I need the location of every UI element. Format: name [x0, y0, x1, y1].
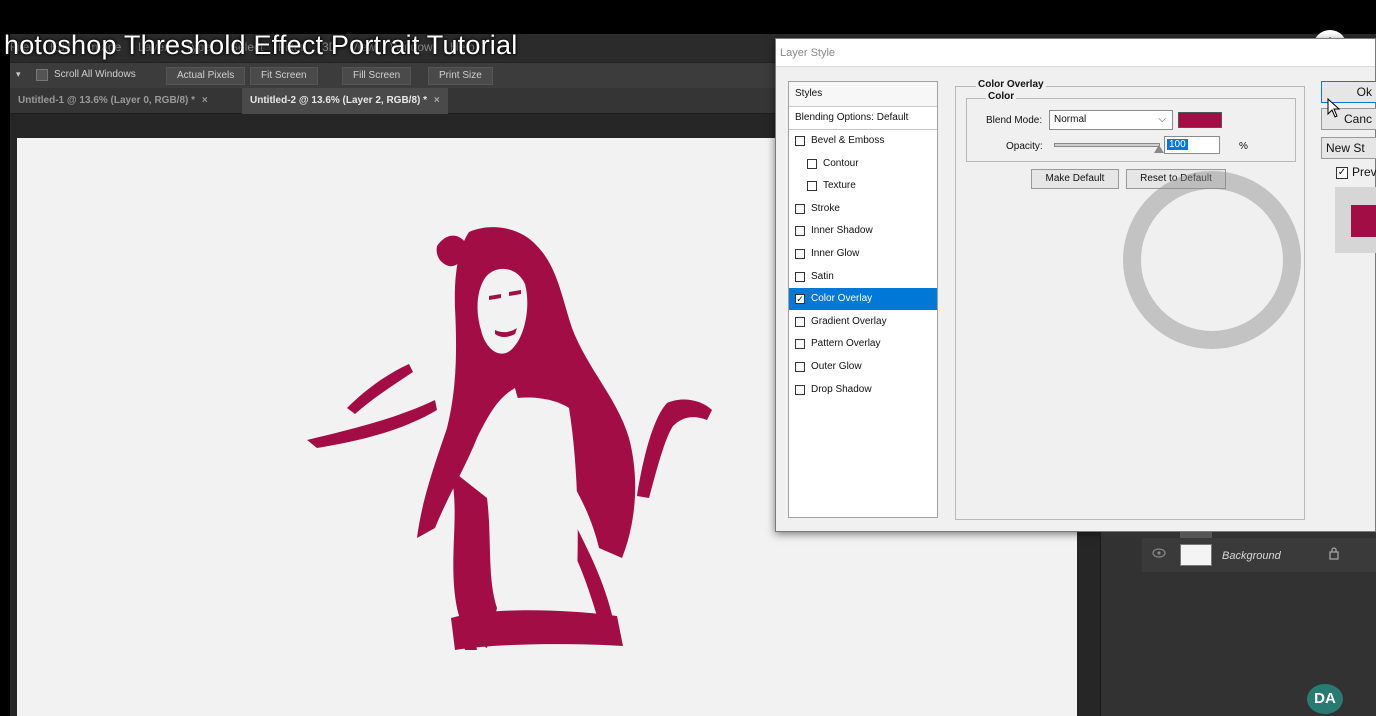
style-item-bevel-emboss[interactable]: Bevel & Emboss [789, 130, 937, 152]
color-subgroup [966, 98, 1296, 162]
layer-name[interactable]: Background [1222, 550, 1281, 562]
style-preview-swatch [1351, 205, 1376, 237]
opacity-slider-track[interactable] [1054, 143, 1160, 147]
blend-mode-label: Blend Mode: [986, 115, 1043, 126]
preview-label: Prev [1352, 165, 1376, 179]
style-item-gradient-overlay[interactable]: Gradient Overlay [789, 311, 937, 333]
channel-logo: DA [1307, 684, 1343, 714]
style-item-inner-shadow[interactable]: Inner Shadow [789, 220, 937, 242]
style-label: Pattern Overlay [811, 338, 881, 350]
style-item-stroke[interactable]: Stroke [789, 198, 937, 220]
style-checkbox[interactable] [795, 384, 805, 395]
mouse-cursor-icon [1327, 98, 1341, 118]
style-item-pattern-overlay[interactable]: Pattern Overlay [789, 333, 937, 355]
opacity-slider-thumb[interactable] [1154, 145, 1164, 153]
tab-untitled-1[interactable]: Untitled-1 @ 13.6% (Layer 0, RGB/8) * × [10, 88, 216, 114]
scroll-all-windows-label: Scroll All Windows [54, 69, 136, 80]
top-letterbox [0, 0, 1376, 34]
color-overlay-section-title: Color Overlay [976, 79, 1046, 90]
actual-pixels-button[interactable]: Actual Pixels [166, 67, 246, 85]
style-label: Stroke [811, 202, 840, 214]
reset-to-default-button[interactable]: Reset to Default [1126, 169, 1226, 189]
opacity-input[interactable]: 100 [1164, 136, 1220, 154]
style-checkbox[interactable] [795, 316, 805, 327]
dialog-titlebar[interactable]: Layer Style [776, 39, 1375, 67]
eye-icon[interactable] [1152, 548, 1166, 558]
scroll-all-windows-checkbox[interactable] [36, 69, 48, 81]
opacity-label: Opacity: [1006, 141, 1043, 152]
style-label: Contour [823, 157, 859, 169]
preview-checkbox[interactable]: ✓ [1336, 167, 1348, 179]
left-letterbox [0, 0, 10, 716]
tab-label: Untitled-1 @ 13.6% (Layer 0, RGB/8) * [18, 95, 196, 106]
style-item-satin[interactable]: Satin [789, 266, 937, 288]
style-label: Bevel & Emboss [811, 135, 885, 146]
style-checkbox[interactable] [795, 271, 805, 282]
tab-label: Untitled-2 @ 13.6% (Layer 2, RGB/8) * [250, 95, 428, 106]
styles-header[interactable]: Styles [789, 82, 937, 106]
style-label: Outer Glow [811, 361, 862, 372]
print-size-button[interactable]: Print Size [428, 67, 493, 85]
style-label: Color Overlay [811, 293, 873, 305]
tab-close-icon[interactable]: × [434, 95, 440, 106]
lock-icon[interactable] [1327, 546, 1341, 560]
blend-mode-value: Normal [1054, 114, 1087, 125]
video-title: hotoshop Threshold Effect Portrait Tutor… [4, 30, 518, 60]
style-checkbox[interactable] [795, 362, 805, 372]
blend-mode-select[interactable]: Normal ⌵ [1049, 110, 1173, 130]
style-label: Drop Shadow [811, 383, 872, 395]
style-label: Satin [811, 270, 834, 282]
style-checkbox[interactable] [795, 203, 805, 214]
style-item-outer-glow[interactable]: Outer Glow [789, 356, 937, 378]
style-checkbox[interactable] [795, 226, 805, 237]
tab-untitled-2[interactable]: Untitled-2 @ 13.6% (Layer 2, RGB/8) * × [242, 88, 448, 114]
style-item-inner-glow[interactable]: Inner Glow [789, 243, 937, 265]
opacity-value: 100 [1167, 139, 1188, 150]
style-checkbox[interactable] [795, 136, 805, 146]
style-item-contour[interactable]: Contour [789, 153, 937, 175]
opacity-unit: % [1239, 141, 1248, 152]
style-checkbox[interactable] [807, 158, 817, 169]
dialog-title: Layer Style [780, 47, 836, 59]
overlay-color-swatch[interactable] [1178, 112, 1222, 128]
style-checkbox[interactable] [795, 339, 805, 350]
styles-header-label: Styles [795, 88, 823, 99]
style-item-drop-shadow[interactable]: Drop Shadow [789, 379, 937, 401]
chevron-down-icon: ⌵ [1158, 114, 1166, 125]
style-label: Gradient Overlay [811, 315, 887, 327]
layer-thumbnail [1180, 544, 1212, 566]
style-checkbox[interactable] [795, 249, 805, 259]
style-label: Inner Shadow [811, 225, 873, 237]
tool-preset-chevron-icon[interactable]: ▾ [16, 69, 21, 80]
style-checkbox[interactable] [807, 181, 817, 192]
style-label: Inner Glow [811, 248, 860, 259]
blending-options-item[interactable]: Blending Options: Default [789, 107, 937, 129]
style-checkbox[interactable]: ✓ [795, 294, 805, 305]
styles-list: Styles Blending Options: Default Bevel &… [788, 81, 938, 518]
blending-options-label: Blending Options: Default [795, 112, 909, 123]
new-style-button[interactable]: New St [1321, 137, 1376, 159]
fit-screen-button[interactable]: Fit Screen [250, 67, 318, 85]
layer-style-dialog: Layer Style Styles Blending Options: Def… [775, 38, 1376, 532]
fill-screen-button[interactable]: Fill Screen [342, 67, 412, 85]
style-item-color-overlay[interactable]: ✓ Color Overlay [789, 288, 937, 311]
style-item-texture[interactable]: Texture [789, 175, 937, 197]
tab-close-icon[interactable]: × [202, 95, 208, 106]
make-default-button[interactable]: Make Default [1031, 169, 1119, 189]
style-label: Texture [823, 180, 856, 192]
color-subgroup-title: Color [986, 91, 1017, 102]
